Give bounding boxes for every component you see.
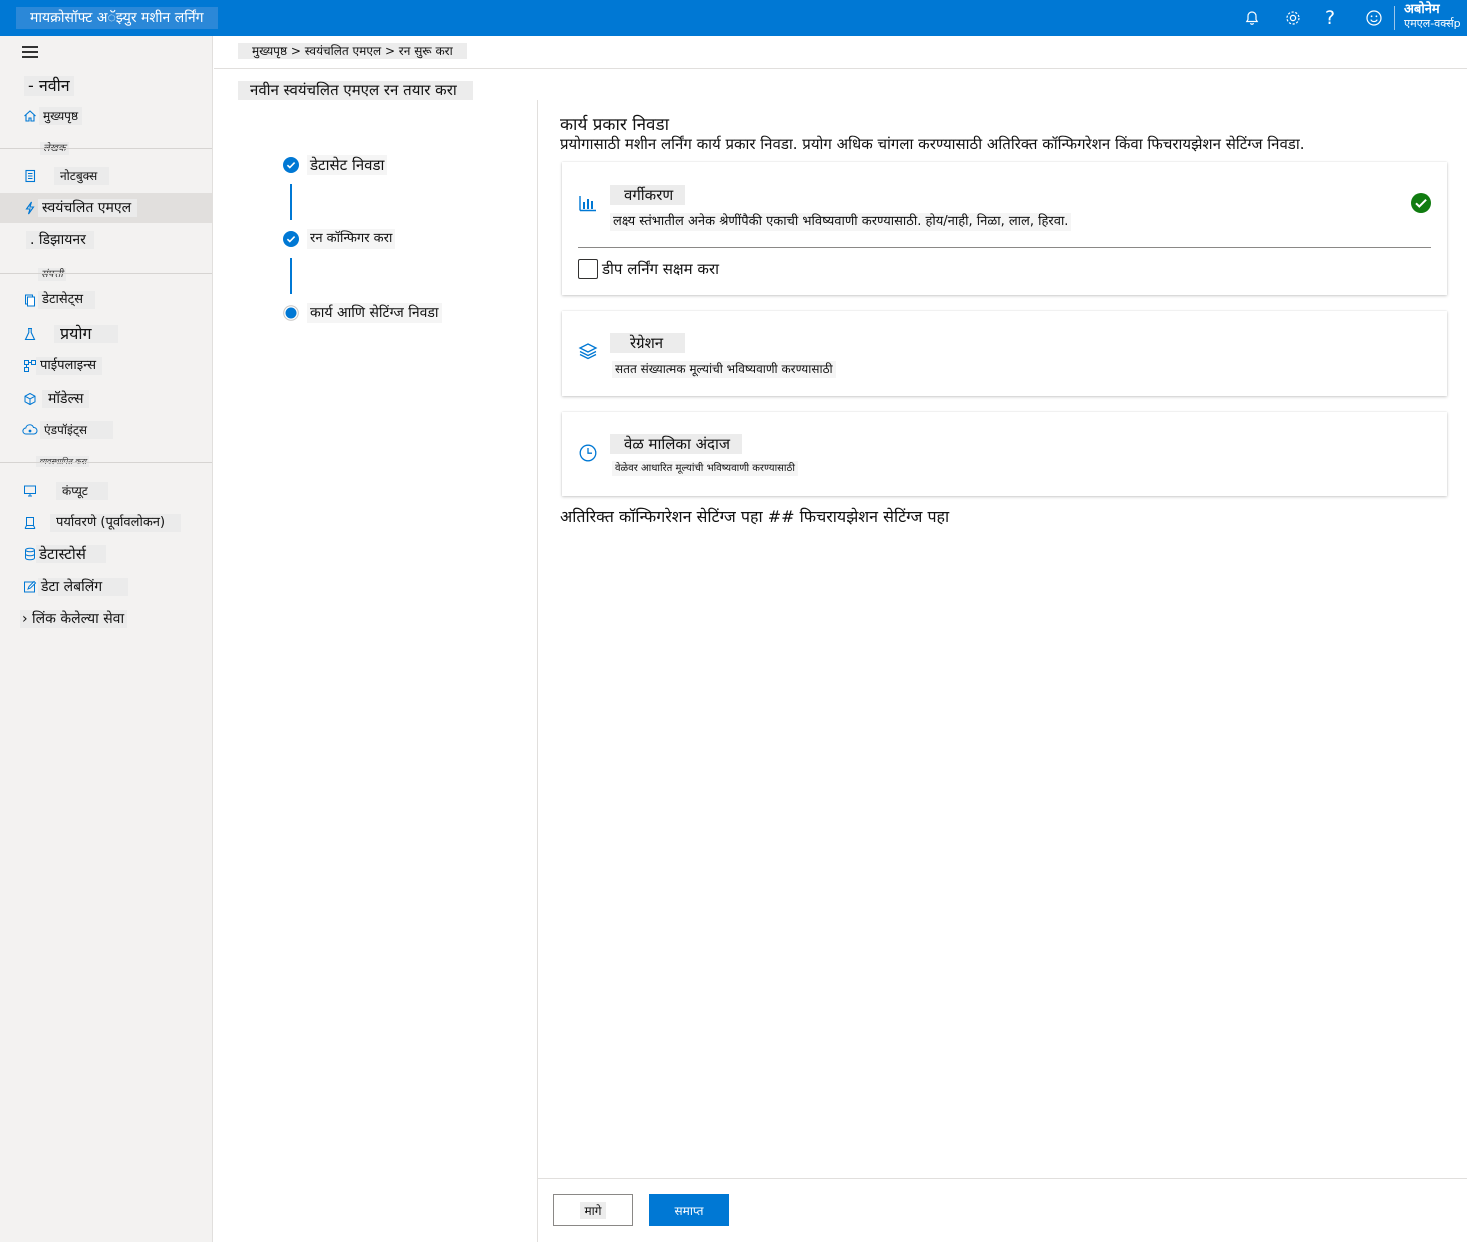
sidebar-item-label: प्रयोग bbox=[54, 325, 118, 343]
smiley-icon[interactable] bbox=[1362, 6, 1386, 30]
home-icon bbox=[22, 108, 38, 124]
section-label-assets: संपत्ती bbox=[38, 268, 66, 281]
sidebar-item-label: पाईपलाइन्स bbox=[36, 357, 103, 375]
step-complete-icon bbox=[283, 231, 299, 247]
flask-icon bbox=[22, 326, 38, 342]
environment-icon bbox=[22, 515, 38, 531]
user-name[interactable]: अबोनेम bbox=[1404, 2, 1440, 17]
step-current-icon bbox=[283, 305, 299, 321]
additional-settings-links[interactable]: अतिरिक्त कॉन्फिगरेशन सेटिंग्ज पहा ## फिच… bbox=[560, 507, 949, 527]
back-button[interactable]: मागे bbox=[553, 1194, 633, 1226]
sidebar-item-notebooks[interactable]: नोटबुक्स bbox=[0, 161, 212, 191]
sidebar-item-linked-services[interactable]: › लिंक केलेल्या सेवा bbox=[0, 604, 212, 634]
edit-icon bbox=[22, 579, 38, 595]
step-label: डेटासेट निवडा bbox=[307, 155, 388, 175]
bar-chart-icon bbox=[579, 196, 596, 212]
cube-icon bbox=[22, 391, 38, 407]
sidebar-item-models[interactable]: मॉडेल्स bbox=[0, 384, 212, 414]
sidebar: - नवीन मुख्यपृष्ठ लेखक नोटबुक्स स्वयंचलि… bbox=[0, 36, 213, 1242]
sidebar-divider bbox=[0, 462, 212, 463]
sidebar-item-label: › लिंक केलेल्या सेवा bbox=[20, 610, 128, 628]
task-card-description: सतत संख्यात्मक मूल्यांची भविष्यवाणी करण्… bbox=[612, 361, 836, 378]
sidebar-item-label: कंप्यूट bbox=[56, 482, 108, 500]
hamburger-menu-icon[interactable] bbox=[22, 46, 38, 60]
sidebar-item-label: . डिझायनर bbox=[26, 231, 94, 249]
step-complete-icon bbox=[283, 157, 299, 173]
notebook-icon bbox=[22, 168, 38, 184]
sidebar-item-endpoints[interactable]: एंडपॉइंट्स bbox=[0, 415, 212, 445]
clock-icon bbox=[579, 444, 597, 462]
task-card-title: रेग्रेशन bbox=[610, 333, 686, 353]
task-card-description: लक्ष्य स्तंभातील अनेक श्रेणींपैकी एकाची … bbox=[610, 213, 1072, 231]
task-card-time-series[interactable]: वेळ मालिका अंदाज वेळेवर आधारित मूल्यांची… bbox=[562, 412, 1447, 496]
task-card-classification[interactable]: वर्गीकरण लक्ष्य स्तंभातील अनेक श्रेणींपै… bbox=[562, 162, 1447, 295]
layers-icon bbox=[578, 343, 598, 360]
content-divider bbox=[537, 100, 538, 1242]
sidebar-item-label: पर्यावरणे (पूर्वावलोकन) bbox=[50, 514, 182, 532]
step-label: रन कॉन्फिगर करा bbox=[307, 229, 396, 249]
monitor-icon bbox=[22, 483, 38, 499]
sidebar-item-data-labeling[interactable]: डेटा लेबलिंग bbox=[0, 572, 212, 602]
task-card-description: वेळेवर आधारित मूल्यांची भविष्यवाणी करण्य… bbox=[612, 461, 798, 476]
app-title[interactable]: मायक्रोसॉफ्ट अॅझ्युर मशीन लर्निंग bbox=[16, 7, 218, 29]
help-icon[interactable]: ? bbox=[1318, 6, 1342, 30]
step-label: कार्य आणि सेटिंग्ज निवडा bbox=[307, 303, 442, 323]
new-button[interactable]: - नवीन bbox=[24, 76, 74, 96]
cloud-endpoint-icon bbox=[22, 422, 38, 438]
sidebar-divider bbox=[0, 148, 212, 149]
deep-learning-checkbox[interactable] bbox=[578, 259, 598, 279]
step-connector bbox=[290, 258, 292, 294]
header-divider bbox=[214, 68, 1467, 69]
breadcrumb[interactable]: मुख्यपृष्ठ > स्वयंचलित एमएल > रन सुरू कर… bbox=[238, 43, 467, 59]
task-card-title: वर्गीकरण bbox=[610, 185, 686, 205]
top-bar: मायक्रोसॉफ्ट अॅझ्युर मशीन लर्निंग ? अबोन… bbox=[0, 0, 1467, 36]
sidebar-item-designer[interactable]: . डिझायनर bbox=[0, 225, 212, 255]
selected-check-icon bbox=[1411, 193, 1431, 213]
gear-icon[interactable] bbox=[1281, 6, 1305, 30]
sidebar-item-automl[interactable]: स्वयंचलित एमएल bbox=[0, 193, 212, 223]
sidebar-divider bbox=[0, 273, 212, 274]
sidebar-item-label: एंडपॉइंट्स bbox=[40, 421, 114, 439]
sidebar-item-datastores[interactable]: डेटास्टोर्स bbox=[0, 539, 212, 569]
sidebar-item-datasets[interactable]: डेटासेट्स bbox=[0, 285, 212, 315]
page-title: नवीन स्वयंचलित एमएल रन तयार करा bbox=[238, 81, 473, 100]
sidebar-item-label: मुख्यपृष्ठ bbox=[39, 107, 83, 125]
sidebar-item-compute[interactable]: कंप्यूट bbox=[0, 476, 212, 506]
step-connector bbox=[290, 184, 292, 220]
dataset-icon bbox=[22, 292, 38, 308]
sidebar-item-environments[interactable]: पर्यावरणे (पूर्वावलोकन) bbox=[0, 508, 212, 538]
back-button-label: मागे bbox=[580, 1201, 606, 1219]
task-type-description: प्रयोगासाठी मशीन लर्निंग कार्य प्रकार नि… bbox=[560, 135, 1305, 153]
sidebar-item-home[interactable]: मुख्यपृष्ठ bbox=[0, 101, 212, 131]
sidebar-item-label: डेटास्टोर्स bbox=[36, 545, 106, 563]
task-type-heading: कार्य प्रकार निवडा bbox=[560, 115, 669, 135]
task-card-regression[interactable]: रेग्रेशन सतत संख्यात्मक मूल्यांची भविष्य… bbox=[562, 311, 1447, 396]
sidebar-item-pipelines[interactable]: पाईपलाइन्स bbox=[0, 351, 212, 381]
sidebar-item-label: स्वयंचलित एमएल bbox=[38, 199, 138, 217]
sidebar-item-label: डेटासेट्स bbox=[38, 291, 96, 309]
workspace-name[interactable]: एमएल-वर्क्सp bbox=[1404, 17, 1467, 31]
sidebar-item-label: नोटबुक्स bbox=[54, 167, 110, 185]
task-card-title: वेळ मालिका अंदाज bbox=[610, 434, 743, 454]
sidebar-item-label: डेटा लेबलिंग bbox=[38, 578, 129, 596]
finish-button[interactable]: समाप्त bbox=[649, 1194, 729, 1226]
card-divider bbox=[578, 247, 1431, 248]
sidebar-item-experiments[interactable]: प्रयोग bbox=[0, 319, 212, 349]
deep-learning-label[interactable]: डीप लर्निंग सक्षम करा bbox=[602, 259, 719, 279]
bell-icon[interactable] bbox=[1240, 6, 1264, 30]
lightning-icon bbox=[22, 200, 38, 216]
topbar-divider bbox=[1394, 6, 1395, 30]
footer-divider bbox=[538, 1178, 1467, 1179]
sidebar-item-label: मॉडेल्स bbox=[42, 390, 90, 408]
